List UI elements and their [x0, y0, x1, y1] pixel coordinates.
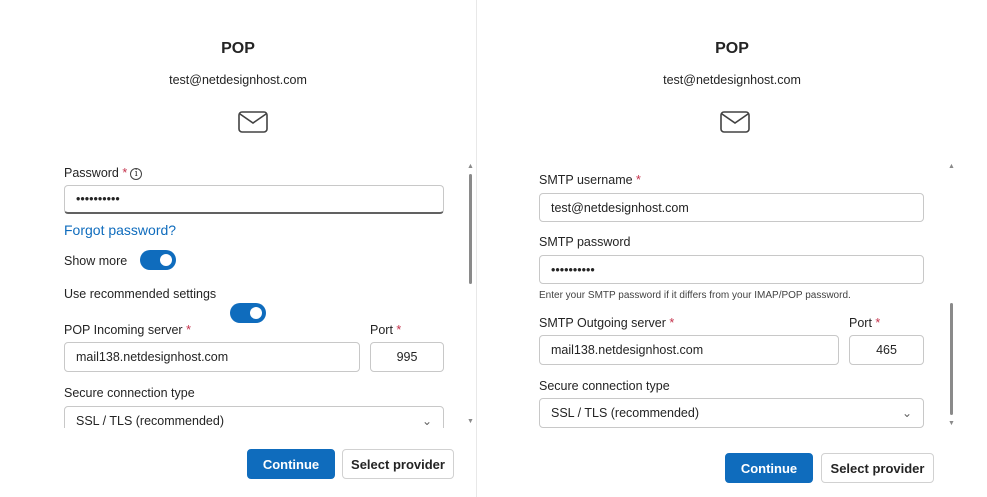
smtp-password-input[interactable]: ••••••••••: [539, 255, 924, 284]
port-label: Port *: [849, 316, 881, 330]
secure-connection-label: Secure connection type: [539, 379, 670, 393]
use-recommended-toggle[interactable]: [230, 303, 266, 323]
password-input[interactable]: ••••••••••: [64, 185, 444, 214]
secure-connection-value: SSL / TLS (recommended): [551, 406, 699, 420]
scroll-up-arrow[interactable]: ▲: [467, 163, 474, 170]
settings-form-scroll-area: SMTP username * test@netdesignhost.com S…: [477, 160, 945, 432]
dialog-title: POP: [715, 40, 749, 57]
scrollbar-thumb[interactable]: [469, 174, 472, 284]
pop-setup-panel-left: POP test@netdesignhost.com Password * i •…: [0, 0, 476, 497]
toggle-knob: [250, 307, 262, 319]
secure-connection-label: Secure connection type: [64, 386, 195, 400]
smtp-password-label: SMTP password: [539, 235, 631, 249]
smtp-password-hint: Enter your SMTP password if it differs f…: [539, 290, 851, 301]
info-icon[interactable]: i: [130, 168, 143, 180]
password-label: Password * i: [64, 166, 143, 180]
select-provider-button[interactable]: Select provider: [342, 449, 454, 479]
show-more-label: Show more: [64, 254, 128, 268]
port-input[interactable]: 995: [370, 342, 444, 372]
pop-setup-panel-right: POP test@netdesignhost.com SMTP username…: [477, 0, 987, 497]
port-label: Port *: [370, 323, 402, 337]
chevron-down-icon: ⌄: [421, 414, 432, 428]
account-email: test@netdesignhost.com: [169, 73, 307, 87]
toggle-knob: [160, 254, 172, 266]
incoming-server-input[interactable]: mail138.netdesignhost.com: [64, 342, 360, 372]
show-more-toggle[interactable]: [140, 250, 176, 270]
secure-connection-value: SSL / TLS (recommended): [76, 414, 224, 428]
outgoing-server-label: SMTP Outgoing server *: [539, 316, 675, 330]
continue-button[interactable]: Continue: [247, 449, 335, 479]
secure-connection-select[interactable]: SSL / TLS (recommended) ⌄: [64, 406, 444, 428]
smtp-username-label: SMTP username *: [539, 173, 641, 187]
account-email: test@netdesignhost.com: [663, 73, 801, 87]
dialog-title: POP: [221, 40, 255, 57]
use-recommended-label: Use recommended settings: [64, 287, 217, 301]
scroll-up-arrow[interactable]: ▲: [948, 163, 955, 170]
continue-button[interactable]: Continue: [725, 453, 813, 483]
mail-icon: [238, 111, 268, 138]
incoming-server-label: POP Incoming server *: [64, 323, 191, 337]
mail-icon: [720, 111, 750, 138]
scrollbar-thumb[interactable]: [950, 303, 953, 415]
secure-connection-select[interactable]: SSL / TLS (recommended) ⌄: [539, 398, 924, 428]
scroll-down-arrow[interactable]: ▼: [948, 420, 955, 427]
smtp-username-input[interactable]: test@netdesignhost.com: [539, 193, 924, 222]
outgoing-server-input[interactable]: mail138.netdesignhost.com: [539, 335, 839, 365]
select-provider-button[interactable]: Select provider: [821, 453, 934, 483]
scroll-down-arrow[interactable]: ▼: [467, 418, 474, 425]
port-input[interactable]: 465: [849, 335, 924, 365]
forgot-password-link[interactable]: Forgot password?: [64, 222, 176, 238]
chevron-down-icon: ⌄: [901, 406, 912, 420]
settings-form-scroll-area: Password * i •••••••••• Forgot password? …: [0, 160, 460, 428]
